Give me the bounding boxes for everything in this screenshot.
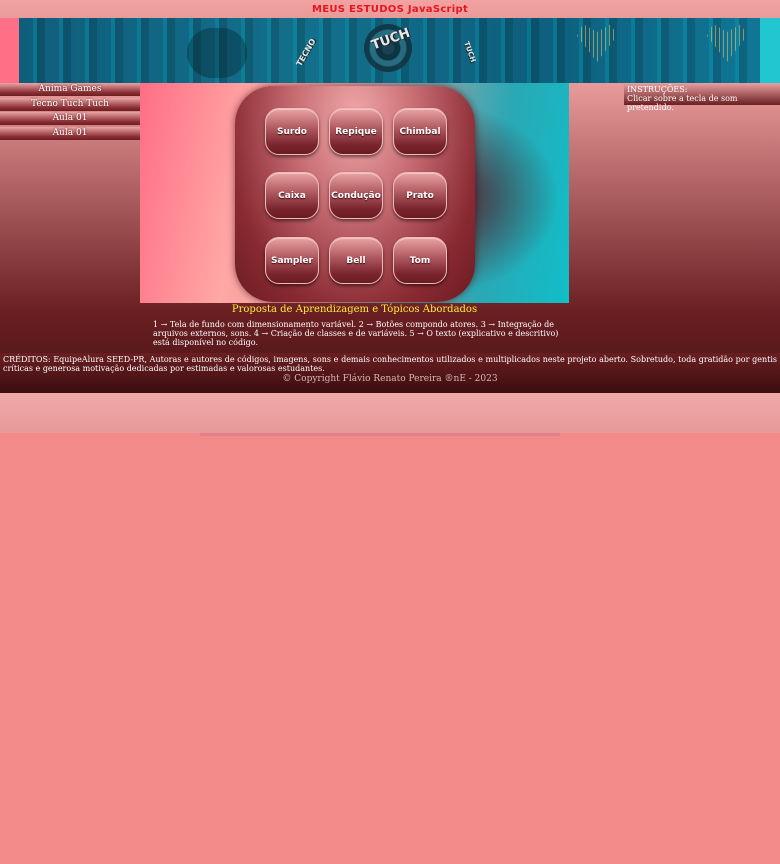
site-title: MEUS ESTUDOS JavaScript (311, 3, 469, 15)
sidebar-item-aula-01[interactable]: Aula 01 (0, 112, 140, 125)
footer: CRÉDITOS: EquipeAlura SEED-PR, Autoras e… (0, 353, 780, 393)
heart-icon (577, 24, 617, 62)
repique-button[interactable]: Repique (329, 108, 383, 155)
heart-icon (707, 24, 747, 62)
drum-shape-icon (187, 28, 247, 78)
sidebar-item-anima-games[interactable]: Anima Games (0, 83, 140, 96)
banner-area: TECNO TUCH TUCH (0, 18, 780, 83)
copyright-text: © Copyright Flávio Renato Pereira ®nE - … (282, 374, 498, 384)
prato-button[interactable]: Prato (393, 172, 447, 219)
divider (0, 433, 780, 436)
banner-word: TECNO (294, 37, 318, 68)
caixa-button[interactable]: Caixa (265, 172, 319, 219)
sidebar-item-tecno-tuch-tuch[interactable]: Tecno Tuch Tuch (0, 97, 140, 111)
proposta-text: 1 → Tela de fundo com dimensionamento va… (153, 320, 559, 347)
sidebar-item-aula-01-second[interactable]: Aula 01 (0, 126, 140, 140)
banner-image: TECNO TUCH TUCH (19, 18, 760, 83)
proposta-title: Proposta de Aprendizagem e Tópicos Abord… (231, 304, 478, 315)
drum-pad: Surdo Repique Chimbal Caixa Condução Pra… (235, 86, 475, 302)
sampler-button[interactable]: Sampler (265, 237, 319, 284)
conducao-button[interactable]: Condução (329, 172, 383, 219)
instructions-text: Clicar sobre a tecla de som pretendido. (627, 94, 738, 112)
banner-word: TUCH (462, 40, 478, 64)
main-section: Anima Games Tecno Tuch Tuch Aula 01 Aula… (0, 83, 780, 353)
drum-stage: Surdo Repique Chimbal Caixa Condução Pra… (140, 83, 569, 303)
chimbal-button[interactable]: Chimbal (393, 108, 447, 155)
top-header: MEUS ESTUDOS JavaScript (0, 0, 780, 18)
instructions-box: INSTRUÇÕES: Clicar sobre a tecla de som … (624, 83, 780, 112)
bottom-strip (0, 393, 780, 435)
tom-button[interactable]: Tom (393, 237, 447, 284)
instructions-title: INSTRUÇÕES: (627, 85, 688, 94)
surdo-button[interactable]: Surdo (265, 108, 319, 155)
credits-text: CRÉDITOS: EquipeAlura SEED-PR, Autoras e… (3, 355, 777, 373)
bell-button[interactable]: Bell (329, 237, 383, 284)
sidebar-menu: Anima Games Tecno Tuch Tuch Aula 01 Aula… (0, 83, 140, 141)
